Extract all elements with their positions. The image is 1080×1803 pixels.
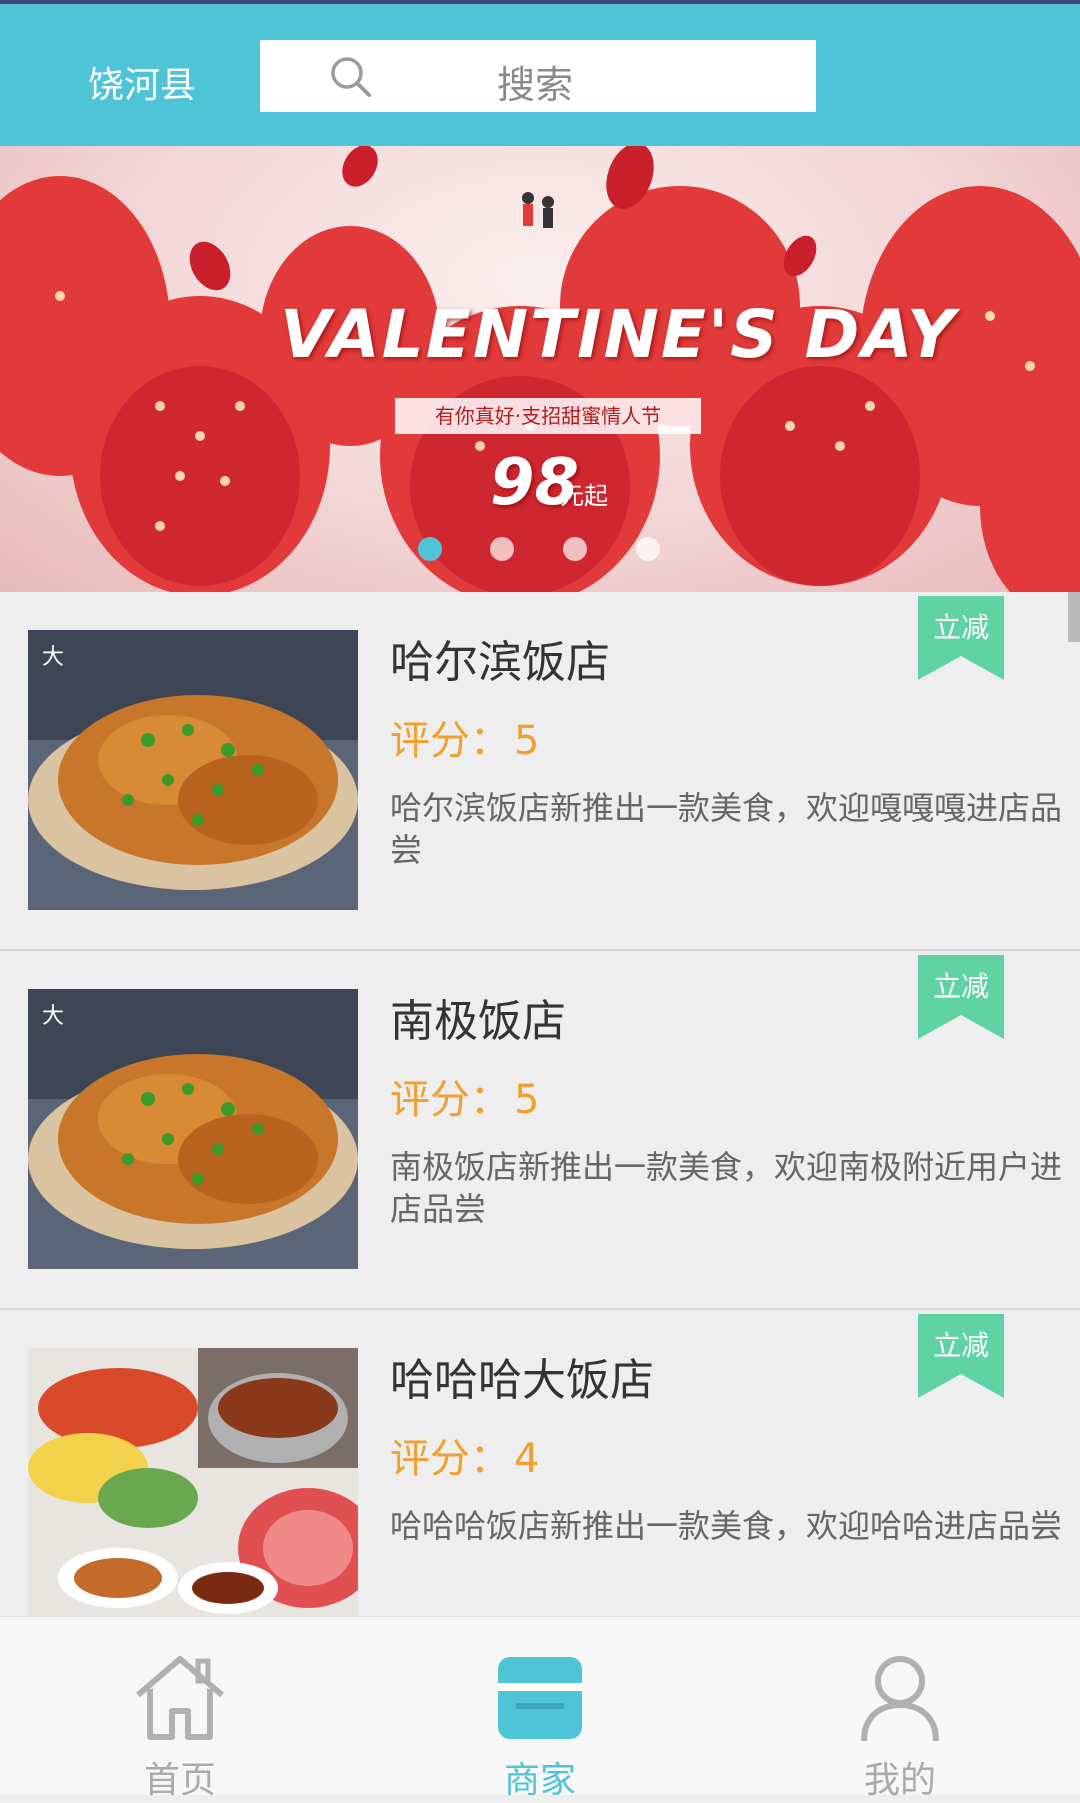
shop-name: 南极饭店: [390, 996, 566, 1047]
shop-list-item[interactable]: 大 南极饭店 评分： 5 南极饭店新推出一款美食，欢迎南极附近用户进店品尝 立减: [0, 951, 1080, 1310]
shop-description: 哈尔滨饭店新推出一款美食，欢迎嘎嘎嘎进店品尝: [390, 789, 1063, 869]
shop-name: 哈尔滨饭店: [390, 637, 610, 688]
home-icon: [136, 1656, 224, 1740]
nav-home-label: 首页: [143, 1760, 216, 1801]
top-header: 饶河县 搜索: [0, 0, 1080, 146]
nav-home[interactable]: 首页: [0, 1617, 360, 1801]
svg-text:大: 大: [42, 1004, 64, 1029]
rating-label: 评分：: [390, 718, 510, 764]
search-icon: [331, 57, 371, 97]
rating-label: 评分：: [390, 1077, 510, 1123]
rating-value: 5: [514, 1077, 540, 1123]
fried-food-photo: 大: [28, 630, 358, 910]
badge-label: 立减: [932, 611, 989, 644]
badge-label: 立减: [932, 970, 989, 1003]
svg-text:大: 大: [42, 645, 64, 670]
nav-shops-label: 商家: [503, 1760, 576, 1801]
shop-description: 南极饭店新推出一款美食，欢迎南极附近用户进店品尝: [390, 1148, 1063, 1228]
banner-price-unit: 元起: [560, 482, 608, 510]
shop-list: 大 哈尔滨饭店 评分：5 哈尔滨饭店新推出一款美食，欢迎嘎嘎嘎进店品尝 立减: [0, 592, 1080, 1669]
rating-label: 评分：: [390, 1436, 510, 1482]
carousel-dot[interactable]: [563, 537, 587, 561]
list-scrollbar[interactable]: [1068, 592, 1080, 642]
city-selector[interactable]: 饶河县: [88, 56, 196, 108]
shop-description: 哈哈哈饭店新推出一款美食，欢迎哈哈进店品尝: [390, 1507, 1063, 1545]
shop-rating: 评分： 4: [390, 1426, 539, 1484]
hotpot-photo: [28, 1348, 358, 1628]
shop-name: 哈哈哈大饭店: [390, 1355, 654, 1406]
store-icon: [498, 1657, 582, 1739]
promo-banner[interactable]: VALENTINE'S DAY 有你真好·支招甜蜜情人节 98 元起: [0, 146, 1080, 592]
search-bar[interactable]: 搜索: [260, 40, 816, 112]
nav-shops[interactable]: 商家: [360, 1617, 720, 1801]
search-placeholder: 搜索: [497, 63, 574, 107]
discount-badge: 立减: [918, 596, 1004, 680]
nav-profile[interactable]: 我的: [720, 1617, 1080, 1801]
discount-badge: 立减: [918, 1314, 1004, 1398]
discount-badge: 立减: [918, 955, 1004, 1039]
banner-subtitle: 有你真好·支招甜蜜情人节: [395, 398, 701, 434]
banner-title: VALENTINE'S DAY: [280, 296, 957, 373]
carousel-dot[interactable]: [636, 537, 660, 561]
carousel-dot[interactable]: [418, 537, 442, 561]
badge-label: 立减: [932, 1329, 989, 1362]
nav-profile-label: 我的: [863, 1760, 936, 1801]
rating-value: 5: [514, 718, 540, 764]
rating-value: 4: [514, 1436, 540, 1482]
shop-rating: 评分： 5: [390, 708, 539, 766]
fried-food-photo: 大: [28, 989, 358, 1269]
shop-list-item[interactable]: 大 哈尔滨饭店 评分： 5 哈尔滨饭店新推出一款美食，欢迎嘎嘎嘎进店品尝 立减: [0, 592, 1080, 951]
carousel-dot[interactable]: [490, 537, 514, 561]
shop-rating: 评分： 5: [390, 1067, 539, 1125]
bottom-nav: 首页 商家 我的: [0, 1616, 1080, 1801]
user-icon: [861, 1656, 939, 1742]
